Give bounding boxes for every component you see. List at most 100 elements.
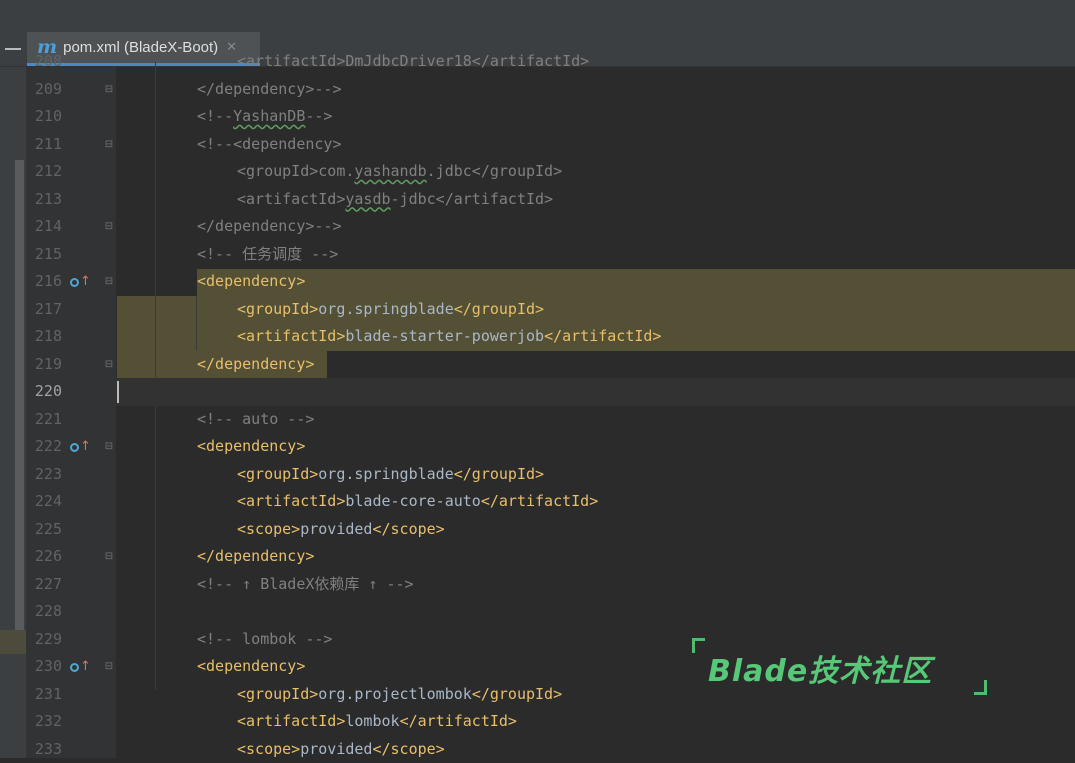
code-line: 213<artifactId>yasdb-jdbc</artifactId> <box>0 186 1075 214</box>
code-line: 227 <!-- ↑ BladeX依赖库 ↑ --> <box>0 571 1075 599</box>
override-circle-icon <box>70 663 79 672</box>
code-token: --> <box>305 107 332 125</box>
code-token: <dependency> <box>197 657 305 675</box>
line-number[interactable]: 215 <box>26 241 62 269</box>
code-token: blade-starter-powerjob <box>345 327 544 345</box>
code-text: <groupId>org.springblade</groupId> <box>237 296 544 324</box>
code-token: -jdbc</artifactId> <box>391 190 554 208</box>
fold-end-icon[interactable]: ⊟ <box>104 84 114 95</box>
line-number[interactable]: 228 <box>26 598 62 626</box>
code-line: 210 <!--YashanDB--> <box>0 103 1075 131</box>
fold-start-icon[interactable]: ⊟ <box>104 276 114 287</box>
line-number[interactable]: 230 <box>26 653 62 681</box>
code-text: <dependency> <box>197 433 305 461</box>
bracket-left-icon <box>692 638 705 653</box>
code-token: YashanDB <box>233 107 305 125</box>
code-token: </artifactId> <box>544 327 661 345</box>
line-number[interactable]: 224 <box>26 488 62 516</box>
code-line: 226⊟</dependency> <box>0 543 1075 571</box>
code-text: <artifactId>lombok</artifactId> <box>237 708 517 736</box>
code-token: <artifactId>DmJdbcDriver18</artifactId> <box>237 52 589 70</box>
code-line: 209 ⊟ </dependency>--> <box>0 76 1075 104</box>
line-number[interactable]: 209 <box>26 76 62 104</box>
navigate-parent-icon[interactable]: ↑ <box>70 660 91 674</box>
line-number[interactable]: 229 <box>26 626 62 654</box>
code-line: 220 <box>0 378 1075 406</box>
code-text: <!--YashanDB--> <box>197 103 332 131</box>
code-token: <artifactId> <box>237 492 345 510</box>
fold-start-icon[interactable]: ⊟ <box>104 661 114 672</box>
code-text: <!--<dependency> <box>197 131 342 159</box>
line-number[interactable]: 231 <box>26 681 62 709</box>
fold-end-icon[interactable]: ⊟ <box>104 221 114 232</box>
code-token: </scope> <box>372 740 444 758</box>
code-token: org.springblade <box>318 300 453 318</box>
code-token: lombok <box>345 712 399 730</box>
line-number[interactable]: 227 <box>26 571 62 599</box>
code-text: <groupId>org.projectlombok</groupId> <box>237 681 562 709</box>
code-line: 211 ⊟ <!--<dependency> <box>0 131 1075 159</box>
code-text: </dependency>--> <box>197 213 342 241</box>
code-token: </scope> <box>372 520 444 538</box>
line-number[interactable]: 220 <box>26 378 62 406</box>
code-text: </dependency>--> <box>197 76 342 104</box>
arrow-up-icon: ↑ <box>80 275 91 289</box>
code-token: provided <box>300 740 372 758</box>
code-line: 233 <scope>provided</scope> <box>0 736 1075 763</box>
line-number[interactable]: 214 <box>26 213 62 241</box>
code-token: <artifactId> <box>237 327 345 345</box>
arrow-up-icon: ↑ <box>80 660 91 674</box>
line-number[interactable]: 210 <box>26 103 62 131</box>
fold-start-icon[interactable]: ⊟ <box>104 139 114 150</box>
code-token: <groupId> <box>237 300 318 318</box>
code-token: <artifactId> <box>237 190 345 208</box>
line-number[interactable]: 226 <box>26 543 62 571</box>
line-number[interactable]: 232 <box>26 708 62 736</box>
code-line: 223 <groupId>org.springblade</groupId> <box>0 461 1075 489</box>
code-token: org.springblade <box>318 465 453 483</box>
line-number[interactable]: 208 <box>26 48 62 76</box>
code-token: </dependency>--> <box>197 80 342 98</box>
line-number[interactable]: 233 <box>26 736 62 763</box>
code-token: <groupId> <box>237 685 318 703</box>
line-number[interactable]: 225 <box>26 516 62 544</box>
line-number[interactable]: 217 <box>26 296 62 324</box>
code-token: <dependency> <box>197 272 305 290</box>
navigate-parent-icon[interactable]: ↑ <box>70 440 91 454</box>
code-line: 232 <artifactId>lombok</artifactId> <box>0 708 1075 736</box>
code-line: 228 <box>0 598 1075 626</box>
code-text: </dependency> <box>197 351 314 379</box>
code-token: <groupId>com. <box>237 162 354 180</box>
bracket-right-icon <box>974 680 987 695</box>
watermark: Blade技术社区 <box>690 636 990 700</box>
line-number[interactable]: 213 <box>26 186 62 214</box>
line-number[interactable]: 211 <box>26 131 62 159</box>
code-text: <artifactId>blade-core-auto</artifactId> <box>237 488 598 516</box>
fold-end-icon[interactable]: ⊟ <box>104 359 114 370</box>
code-token: blade-core-auto <box>345 492 480 510</box>
line-number[interactable]: 219 <box>26 351 62 379</box>
code-text: <scope>provided</scope> <box>237 736 445 763</box>
code-line: 225<scope>provided</scope> <box>0 516 1075 544</box>
line-number[interactable]: 223 <box>26 461 62 489</box>
navigate-parent-icon[interactable]: ↑ <box>70 275 91 289</box>
fold-end-icon[interactable]: ⊟ <box>104 551 114 562</box>
window-top-bar <box>0 0 1075 32</box>
code-token: <!-- 任务调度 --> <box>197 245 338 263</box>
code-text: <!-- ↑ BladeX依赖库 ↑ --> <box>197 571 414 599</box>
fold-start-icon[interactable]: ⊟ <box>104 441 114 452</box>
arrow-up-icon: ↑ <box>80 440 91 454</box>
code-token: </dependency> <box>197 355 314 373</box>
line-number[interactable]: 216 <box>26 268 62 296</box>
code-text: <!-- lombok --> <box>197 626 332 654</box>
code-token: </artifactId> <box>400 712 517 730</box>
line-number[interactable]: 218 <box>26 323 62 351</box>
code-line: 216 ↑ ⊟ <dependency> <box>0 268 1075 296</box>
line-number[interactable]: 221 <box>26 406 62 434</box>
code-text: <groupId>org.springblade</groupId> <box>237 461 544 489</box>
line-number[interactable]: 222 <box>26 433 62 461</box>
line-number[interactable]: 212 <box>26 158 62 186</box>
override-circle-icon <box>70 278 79 287</box>
code-line: 224 <artifactId>blade-core-auto</artifact… <box>0 488 1075 516</box>
code-token: </dependency>--> <box>197 217 342 235</box>
